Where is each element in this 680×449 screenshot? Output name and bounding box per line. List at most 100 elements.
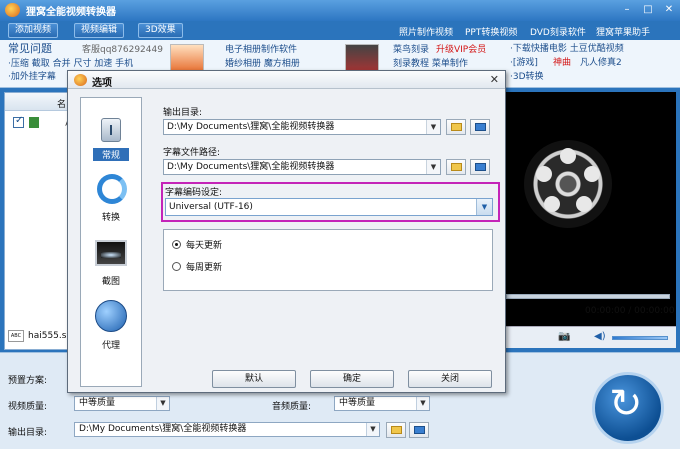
ad-download-line[interactable]: ·下载快播电影 土豆优酷视频 [510,42,624,56]
subtitle-path-field[interactable]: D:\My Documents\狸窝\全能视频转换器 ▼ [163,159,441,175]
options-dialog: 选项 ✕ 常规 转换 截图 代理 输出目录: D:\My Documents\狸… [67,70,506,393]
maximize-button[interactable]: □ [641,3,655,17]
link-photo-video[interactable]: 照片制作视频 [399,25,453,38]
link-dvd-burner[interactable]: DVD刻录软件 [530,25,586,38]
speaker-icon[interactable]: ◀) [594,331,606,342]
camera-icon[interactable]: 📷 [558,331,570,342]
encoding-select[interactable]: Universal (UTF-16) ▼ [165,198,493,216]
nav-screenshot[interactable]: 截图 [81,230,141,290]
subtitle-open-button[interactable] [470,159,490,175]
encoding-value: Universal (UTF-16) [169,202,253,212]
nav-screenshot-label: 截图 [101,277,120,287]
seek-bar[interactable] [506,294,670,299]
audio-quality-value: 中等质量 [339,398,376,408]
file-checkbox[interactable] [13,115,24,128]
dlg-output-dir-value: D:\My Documents\狸窝\全能视频转换器 [167,122,335,132]
audio-quality-label: 音频质量: [272,402,312,412]
folder-icon [451,123,462,131]
subtitle-path-value: D:\My Documents\狸窝\全能视频转换器 [167,162,335,172]
ad-burn-line-2[interactable]: 刻录教程 菜单制作 [393,57,468,71]
minimize-button[interactable]: – [620,3,634,17]
convert-arrow-icon: ↻ [609,381,643,427]
audio-quality-select[interactable]: 中等质量 ▼ [334,396,430,411]
subtitle-file-icon: ABC [8,330,24,342]
dialog-logo-icon [74,74,87,86]
convert-arrows-icon [97,174,127,204]
qq-contact: 客服qq876292449 [82,45,163,55]
subtitle-browse-button[interactable] [446,159,466,175]
chevron-down-icon: ▼ [156,397,169,410]
open-folder-button[interactable] [409,422,429,438]
file-list-header-label: 名 [57,100,67,110]
nav-convert-label: 转换 [101,213,120,223]
ad-3d-link[interactable]: ·3D转换 [510,70,544,84]
add-video-button[interactable]: 添加视频 [8,23,59,38]
ad-game-tag[interactable]: ·[游戏] [510,56,538,70]
browse-folder-button[interactable] [386,422,406,438]
radio-daily-label[interactable]: 每天更新 [186,238,222,251]
ad-album-line-2[interactable]: 婚纱相册 魔方相册 [225,57,300,71]
open-folder-icon [475,163,486,171]
app-logo-icon [5,3,20,17]
chevron-down-icon: ▼ [416,397,429,410]
nav-general-label: 常规 [93,148,129,161]
subtitle-path-label: 字幕文件路径: [163,148,221,158]
chevron-down-icon: ▼ [366,423,379,436]
open-folder-icon [414,426,425,434]
folder-icon [451,163,462,171]
ad-game-highlight[interactable]: 神曲 [553,56,571,70]
dialog-close-button[interactable]: 关闭 [408,370,492,388]
toolbar: 添加视频 视频编辑 3D效果 照片制作视频 PPT转换视频 DVD刻录软件 狸窝… [0,21,680,40]
faq-title[interactable]: 常见问题 [8,42,52,56]
settings-switch-icon [101,118,121,142]
ad-game-name[interactable]: 凡人修真2 [580,56,622,70]
radio-weekly[interactable] [172,262,181,271]
chevron-down-icon: ▼ [426,160,440,174]
ad-burn-line-1a[interactable]: 菜鸟刻录 [393,43,429,57]
video-file-icon [29,117,39,128]
screenshot-icon [95,240,127,266]
default-button[interactable]: 默认 [212,370,296,388]
encoding-label: 字幕编码设定: [165,188,223,198]
video-edit-button[interactable]: 视频编辑 [74,23,125,38]
dialog-title: 选项 [92,78,112,89]
nav-proxy[interactable]: 代理 [81,294,141,354]
preset-label: 预置方案: [8,376,48,386]
video-quality-label: 视频质量: [8,402,48,412]
volume-slider[interactable] [612,336,668,340]
faq-line-1[interactable]: ·压缩 截取 合并 尺寸 加速 手机 [8,57,133,71]
video-quality-value: 中等质量 [79,398,116,408]
output-dir-value: D:\My Documents\狸窝\全能视频转换器 [79,424,247,434]
title-bar: 狸窝全能视频转换器 – □ ✕ [0,0,680,21]
dlg-output-open-button[interactable] [470,119,490,135]
ok-button[interactable]: 确定 [310,370,394,388]
dlg-output-dir-label: 输出目录: [163,108,203,118]
ad-album-line-1[interactable]: 电子相册制作软件 [225,43,297,57]
video-quality-select[interactable]: 中等质量 ▼ [74,396,170,411]
globe-icon [95,300,127,332]
ad-vip-link[interactable]: 升级VIP会员 [436,43,486,57]
link-apple-helper[interactable]: 狸窝苹果助手 [596,25,650,38]
nav-convert[interactable]: 转换 [81,166,141,226]
output-dir-field[interactable]: D:\My Documents\狸窝\全能视频转换器 ▼ [74,422,380,437]
nav-general[interactable]: 常规 [81,104,141,164]
update-frequency-box: 每天更新 每周更新 [163,229,493,291]
radio-daily[interactable] [172,240,181,249]
link-ppt-video[interactable]: PPT转换视频 [465,25,517,38]
dlg-output-dir-field[interactable]: D:\My Documents\狸窝\全能视频转换器 ▼ [163,119,441,135]
chevron-down-icon: ▼ [476,199,492,215]
effect-3d-button[interactable]: 3D效果 [138,23,183,38]
options-nav: 常规 转换 截图 代理 [80,97,142,387]
dialog-title-bar: 选项 ✕ [68,71,505,89]
open-folder-icon [475,123,486,131]
dialog-close-icon[interactable]: ✕ [490,73,499,86]
folder-icon [391,426,402,434]
faq-line-2[interactable]: ·加外挂字幕 [8,70,56,84]
film-reel-icon [524,140,612,228]
close-button[interactable]: ✕ [662,3,676,17]
time-readout: 00:00:00 / 00:00:00 [585,306,675,316]
radio-weekly-label[interactable]: 每周更新 [186,260,222,273]
nav-proxy-label: 代理 [101,341,120,351]
dlg-output-browse-button[interactable] [446,119,466,135]
convert-button[interactable]: ↻ [592,372,664,444]
